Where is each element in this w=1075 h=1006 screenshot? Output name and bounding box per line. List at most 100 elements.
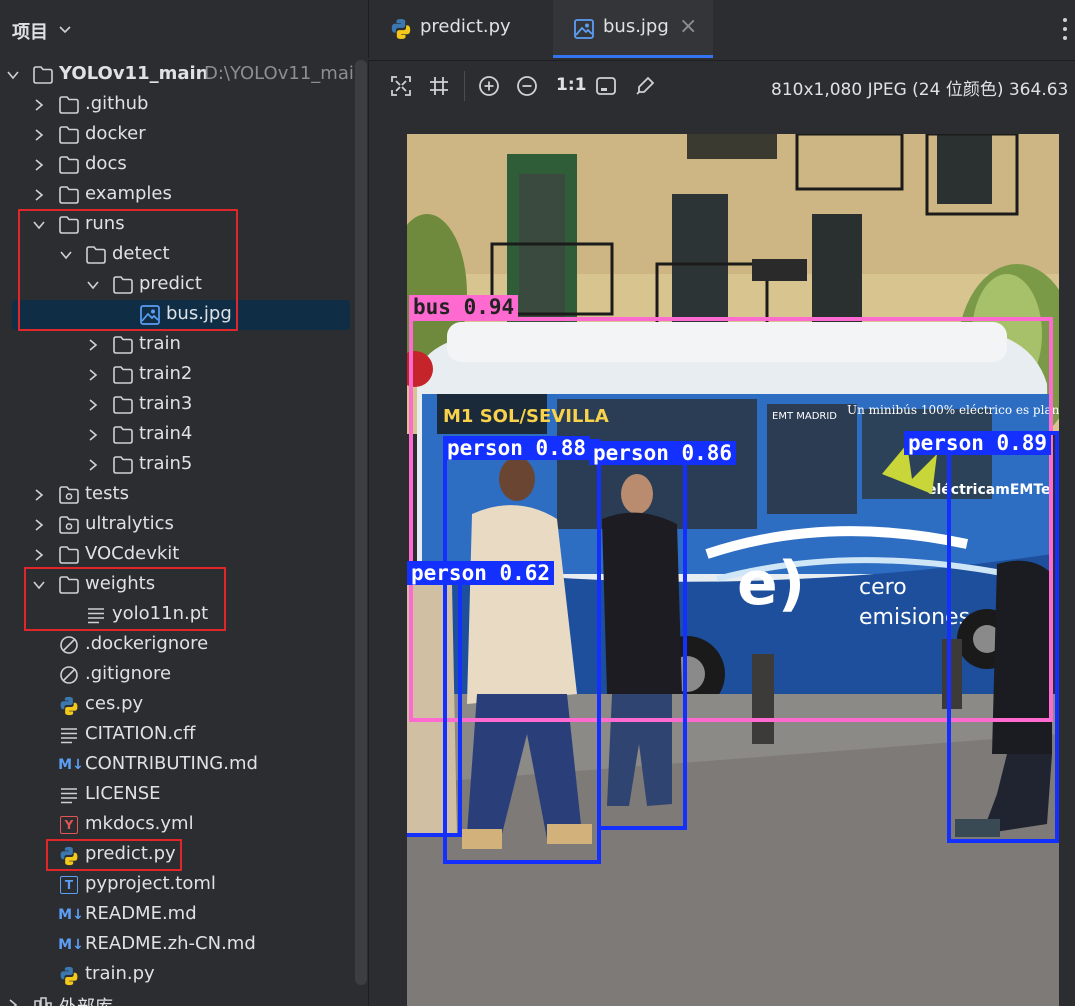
chevron-right-icon[interactable] — [32, 97, 46, 113]
ignore-file-icon — [58, 665, 80, 685]
tree-item[interactable]: CITATION.cff — [0, 720, 360, 750]
highlight-box-runs — [18, 209, 238, 331]
chevron-right-icon[interactable] — [86, 427, 100, 443]
folder-icon — [112, 425, 134, 445]
person-detection-label: person 0.89 — [904, 431, 1052, 455]
toml-icon: T — [58, 875, 80, 895]
tree-item[interactable]: M↓ CONTRIBUTING.md — [0, 750, 360, 780]
tree-item[interactable]: Tpyproject.toml — [0, 870, 360, 900]
project-panel: 项目 YOLOv11_main D:\YOLOv11_main .github doc… — [0, 0, 368, 1006]
tree-item[interactable]: ces.py — [0, 690, 360, 720]
folder-icon — [58, 95, 80, 115]
library-icon — [32, 995, 54, 1006]
chevron-right-icon[interactable] — [86, 457, 100, 473]
fit-to-window-icon[interactable] — [389, 74, 413, 98]
tree-item-label: mkdocs.yml — [85, 813, 194, 834]
chevron-right-icon[interactable] — [32, 127, 46, 143]
chevron-down-icon[interactable] — [6, 67, 20, 83]
chevron-right-icon[interactable] — [32, 547, 46, 563]
tab-label: predict.py — [420, 16, 511, 37]
tree-item[interactable]: .gitignore — [0, 660, 360, 690]
background-toggle-icon[interactable] — [594, 74, 618, 98]
more-options-icon[interactable] — [1063, 16, 1073, 42]
markdown-icon: M↓ — [58, 757, 84, 773]
tree-item-label: train3 — [139, 393, 193, 414]
zoom-in-icon[interactable] — [477, 74, 501, 98]
chevron-right-icon[interactable] — [86, 367, 100, 383]
image-info-text: 810x1,080 JPEG (24 位颜色) 364.63 — [771, 80, 1069, 100]
tree-item[interactable]: docker — [0, 120, 360, 150]
grid-icon[interactable] — [427, 74, 451, 98]
tree-item[interactable]: VOCdevkit — [0, 540, 360, 570]
tree-item-label: train5 — [139, 453, 193, 474]
tree-item-label: .dockerignore — [85, 633, 209, 654]
tree-item[interactable]: train.py — [0, 960, 360, 990]
tree-item[interactable]: .dockerignore — [0, 630, 360, 660]
tree-item-label: train.py — [85, 963, 155, 984]
zoom-out-icon[interactable] — [515, 74, 539, 98]
tree-item-label: ces.py — [85, 693, 144, 714]
tree-item[interactable]: ultralytics — [0, 510, 360, 540]
tree-item[interactable]: 外部库 — [0, 990, 360, 1006]
package-folder-icon — [58, 515, 80, 535]
folder-icon — [58, 545, 80, 565]
person-detection-label: person 0.62 — [407, 561, 555, 585]
tree-item[interactable]: .github — [0, 90, 360, 120]
tree-item[interactable]: train — [0, 330, 360, 360]
project-panel-title[interactable]: 项目 — [12, 18, 48, 44]
tree-item[interactable]: docs — [0, 150, 360, 180]
chevron-right-icon[interactable] — [6, 997, 20, 1006]
tree-item[interactable]: train4 — [0, 420, 360, 450]
tree-item-label: tests — [85, 483, 129, 504]
person-bounding-box — [947, 431, 1059, 843]
image-viewer-toolbar: 1:1 810x1,080 JPEG (24 位颜色) 364.63 — [368, 60, 1075, 111]
tree-item[interactable]: examples — [0, 180, 360, 210]
chevron-down-icon[interactable] — [56, 20, 74, 38]
toolbar-separator — [464, 71, 465, 101]
actual-size-button[interactable]: 1:1 — [556, 75, 586, 95]
tree-item[interactable]: M↓ README.zh-CN.md — [0, 930, 360, 960]
tree-item[interactable]: train2 — [0, 360, 360, 390]
person-detection-label: person 0.88 — [443, 436, 591, 460]
folder-icon — [112, 455, 134, 475]
ignore-file-icon — [58, 635, 80, 655]
tree-scrollbar[interactable] — [355, 60, 367, 985]
text-file-icon — [58, 785, 80, 805]
chevron-right-icon[interactable] — [86, 337, 100, 353]
chevron-right-icon[interactable] — [86, 397, 100, 413]
tree-item[interactable]: train3 — [0, 390, 360, 420]
tree-item[interactable]: LICENSE — [0, 780, 360, 810]
chevron-right-icon[interactable] — [32, 157, 46, 173]
tree-item-label: .github — [85, 93, 149, 114]
tree-item-label: .gitignore — [85, 663, 172, 684]
tree-item-label: VOCdevkit — [85, 543, 180, 564]
tree-item-label: README.zh-CN.md — [85, 933, 256, 954]
person-bounding-box — [443, 439, 601, 864]
tab-bus-jpg[interactable]: bus.jpg × — [553, 0, 713, 58]
folder-icon — [112, 365, 134, 385]
tree-root-row[interactable]: YOLOv11_main D:\YOLOv11_main — [0, 60, 365, 90]
tree-item-label: train — [139, 333, 181, 354]
close-icon[interactable]: × — [679, 14, 697, 39]
text-file-icon — [58, 725, 80, 745]
tree-item-label: ultralytics — [85, 513, 174, 534]
chevron-right-icon[interactable] — [32, 187, 46, 203]
markdown-icon: M↓ — [58, 907, 84, 923]
chevron-right-icon[interactable] — [32, 517, 46, 533]
project-panel-header[interactable]: 项目 — [0, 0, 368, 58]
tree-item[interactable]: tests — [0, 480, 360, 510]
tree-item[interactable]: M↓ README.md — [0, 900, 360, 930]
folder-icon — [58, 185, 80, 205]
tree-item[interactable]: Ymkdocs.yml — [0, 810, 360, 840]
highlight-box-predict-py — [46, 839, 182, 871]
tab-predict-py[interactable]: predict.py — [369, 0, 553, 58]
chevron-right-icon[interactable] — [32, 487, 46, 503]
python-icon — [58, 965, 80, 986]
folder-icon — [58, 125, 80, 145]
tree-item[interactable]: train5 — [0, 450, 360, 480]
person-bounding-box — [597, 443, 687, 830]
python-icon — [58, 695, 80, 716]
project-root-path: D:\YOLOv11_main — [204, 63, 366, 84]
image-viewport[interactable]: M1 SOL/SEVILLA EMT MADRID Un minibús 100… — [368, 110, 1075, 1006]
color-picker-icon[interactable] — [633, 74, 657, 98]
